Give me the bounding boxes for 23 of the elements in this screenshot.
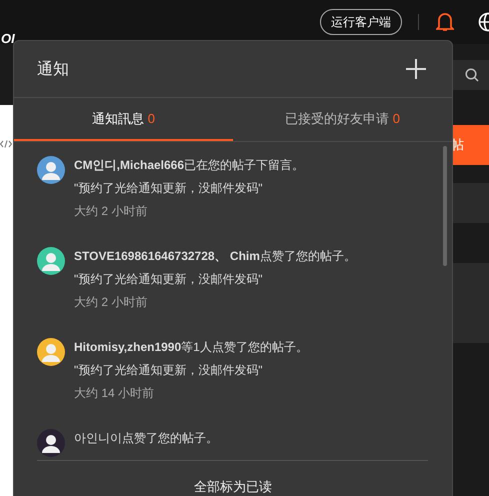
timestamp: 大约 14 小时前 xyxy=(74,385,156,401)
scrollbar-thumb[interactable] xyxy=(443,146,447,266)
notification-text[interactable]: STOVE169861646732728、 Chim点赞了您的帖子。 xyxy=(74,247,356,265)
post-quote: "预约了光给通知更新，没邮件发码" xyxy=(74,271,264,288)
timestamp: 大约 2 小时前 xyxy=(74,203,148,219)
bell-icon[interactable] xyxy=(436,12,454,32)
plus-icon[interactable] xyxy=(405,58,427,80)
post-quote: "预约了光给通知更新，没邮件发码" xyxy=(74,362,264,379)
run-client-button[interactable]: 运行客户端 xyxy=(320,9,402,35)
notification-text[interactable]: CM인디,Michael666已在您的帖子下留言。 xyxy=(74,156,304,174)
post-quote: "预约了光给通知更新，没邮件发码" xyxy=(74,180,264,197)
mark-all-read-button[interactable]: 全部标为已读 xyxy=(188,477,278,496)
search-field[interactable] xyxy=(451,60,489,90)
list-row xyxy=(451,183,489,223)
code-icon xyxy=(0,140,12,148)
notification-text[interactable]: 아인니이点赞了您的帖子。 xyxy=(74,429,218,447)
notification-tab[interactable]: 通知訊息 0 xyxy=(14,98,233,141)
notification-tab[interactable]: 已接受的好友申请 0 xyxy=(233,98,452,141)
search-icon xyxy=(465,68,479,82)
panel-title: 通知 xyxy=(37,60,69,80)
timestamp: 大约 2 小时前 xyxy=(74,294,148,310)
logo-text: OI xyxy=(1,30,15,46)
notification-text[interactable]: Hitomisy,zhen1990等1人点赞了您的帖子。 xyxy=(74,338,308,356)
